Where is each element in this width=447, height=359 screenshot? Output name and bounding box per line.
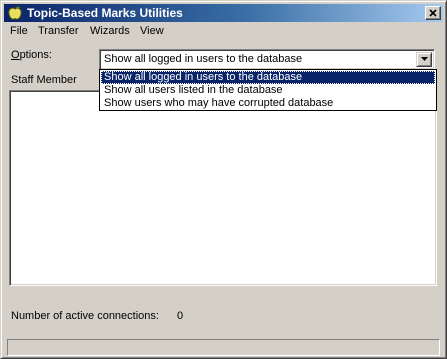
dropdown-option-all-users[interactable]: Show all users listed in the database	[101, 84, 435, 97]
options-label-text: ptions:	[19, 49, 52, 61]
menu-transfer[interactable]: Transfer	[38, 25, 79, 40]
dropdown-option-corrupted-database[interactable]: Show users who may have corrupted databa…	[101, 97, 435, 110]
app-window: Topic-Based Marks Utilities File Transfe…	[0, 0, 447, 359]
options-label: Options:	[11, 49, 52, 61]
options-combobox-value: Show all logged in users to the database	[104, 53, 303, 65]
close-icon	[429, 9, 437, 17]
menu-view[interactable]: View	[140, 25, 164, 40]
options-dropdown-button[interactable]	[416, 52, 432, 67]
menu-file[interactable]: File	[10, 25, 28, 40]
status-bar	[7, 339, 440, 356]
menu-bar: File Transfer Wizards View	[4, 23, 443, 41]
options-dropdown-list: Show all logged in users to the database…	[99, 69, 437, 111]
staff-member-list[interactable]	[9, 90, 437, 286]
window-title: Topic-Based Marks Utilities	[27, 6, 183, 20]
close-button[interactable]	[425, 6, 441, 20]
menu-wizards[interactable]: Wizards	[90, 25, 130, 40]
active-connections-label: Number of active connections:	[11, 310, 159, 322]
dropdown-option-logged-in-users[interactable]: Show all logged in users to the database	[101, 71, 435, 84]
apple-icon	[7, 5, 23, 21]
title-bar[interactable]: Topic-Based Marks Utilities	[4, 4, 443, 22]
options-combobox[interactable]: Show all logged in users to the database	[99, 49, 435, 70]
active-connections-value: 0	[177, 310, 184, 322]
options-label-accelerator: O	[11, 49, 20, 61]
chevron-down-icon	[420, 57, 428, 61]
staff-member-header: Staff Member	[11, 74, 77, 86]
